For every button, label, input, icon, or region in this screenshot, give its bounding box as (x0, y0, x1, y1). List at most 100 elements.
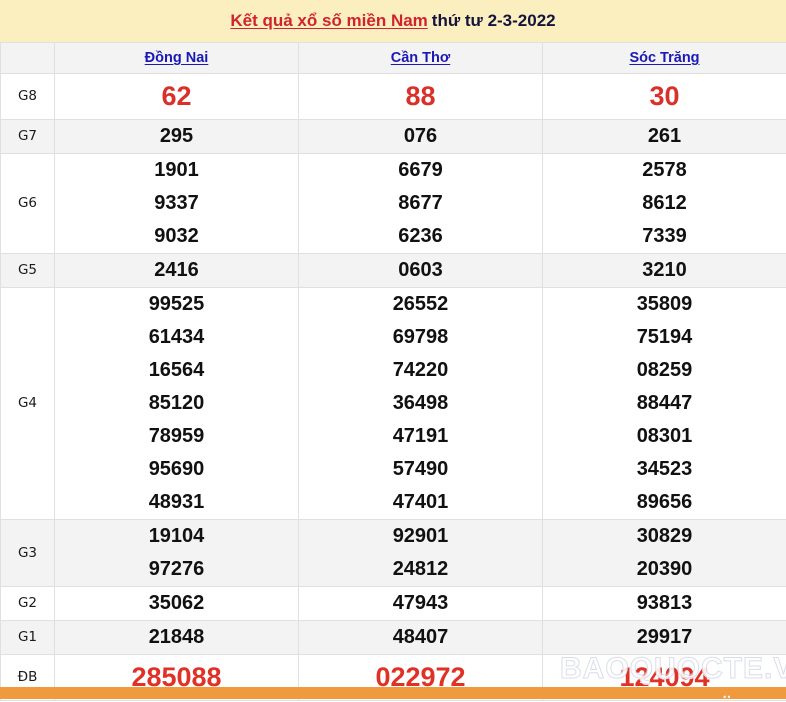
prize-number: 9032 (55, 220, 298, 253)
prize-number: 2416 (55, 254, 298, 287)
prize-number: 93813 (543, 587, 786, 620)
table-row: G8628830 (1, 74, 786, 120)
prize-cell: 257886127339 (543, 153, 786, 253)
prize-cell: 3210 (543, 253, 786, 287)
prize-number: 21848 (55, 621, 298, 654)
prize-label-G4: G4 (1, 287, 55, 519)
prize-number: 78959 (55, 420, 298, 453)
prize-number: 08301 (543, 420, 786, 453)
prize-number: 26552 (299, 288, 542, 321)
prize-label-G8: G8 (1, 74, 55, 120)
prize-number: 35809 (543, 288, 786, 321)
prize-cell: 62 (55, 74, 299, 120)
prize-number: 3210 (543, 254, 786, 287)
table-row: G7295076261 (1, 119, 786, 153)
prize-number: 99525 (55, 288, 298, 321)
prize-cell: 295 (55, 119, 299, 153)
table-corner-cell (1, 43, 55, 74)
prize-number: 62 (55, 74, 298, 119)
province-header-2: Cần Thơ (299, 43, 543, 74)
prize-cell: 667986776236 (299, 153, 543, 253)
prize-number: 61434 (55, 321, 298, 354)
prize-number: 48407 (299, 621, 542, 654)
prize-number: 30 (543, 74, 786, 119)
prize-number: 75194 (543, 321, 786, 354)
prize-label-G7: G7 (1, 119, 55, 153)
province-header-3: Sóc Trăng (543, 43, 786, 74)
table-row: G2350624794393813 (1, 586, 786, 620)
prize-label-G3: G3 (1, 519, 55, 586)
prize-cell: 26552697987422036498471915749047401 (299, 287, 543, 519)
prize-number: 35062 (55, 587, 298, 620)
prize-number: 47401 (299, 486, 542, 519)
prize-number: 29917 (543, 621, 786, 654)
prize-cell: 47943 (299, 586, 543, 620)
prize-number: 261 (543, 120, 786, 153)
prize-cell: 076 (299, 119, 543, 153)
prize-number: 8677 (299, 187, 542, 220)
prize-cell: 93813 (543, 586, 786, 620)
page-title-banner: Kết quả xổ số miền Nam thứ tư 2-3-2022 (0, 0, 786, 42)
prize-number: 19104 (55, 520, 298, 553)
prize-cell: 190193379032 (55, 153, 299, 253)
footer-glyph: .. (723, 685, 731, 702)
prize-number: 30829 (543, 520, 786, 553)
prize-number: 34523 (543, 453, 786, 486)
prize-number: 6679 (299, 154, 542, 187)
province-link[interactable]: Cần Thơ (391, 50, 450, 66)
province-link[interactable]: Đồng Nai (145, 50, 209, 66)
lottery-results-table: Đồng NaiCần ThơSóc TrăngG8628830G7295076… (0, 42, 786, 701)
prize-label-G1: G1 (1, 620, 55, 654)
prize-number: 6236 (299, 220, 542, 253)
prize-number: 89656 (543, 486, 786, 519)
page-title-date: thứ tư 2-3-2022 (432, 11, 556, 30)
prize-number: 0603 (299, 254, 542, 287)
prize-cell: 9290124812 (299, 519, 543, 586)
table-header-row: Đồng Nai Cần Thơ Sóc Trăng (1, 43, 786, 74)
prize-number: 74220 (299, 354, 542, 387)
prize-number: 97276 (55, 553, 298, 586)
prize-number: 57490 (299, 453, 542, 486)
prize-label-G6: G6 (1, 153, 55, 253)
prize-number: 88447 (543, 387, 786, 420)
prize-cell: 48407 (299, 620, 543, 654)
prize-number: 85120 (55, 387, 298, 420)
table-row: G3191049727692901248123082920390 (1, 519, 786, 586)
prize-cell: 0603 (299, 253, 543, 287)
prize-label-G5: G5 (1, 253, 55, 287)
prize-cell: 30 (543, 74, 786, 120)
prize-number: 88 (299, 74, 542, 119)
table-row: G499525614341656485120789599569048931265… (1, 287, 786, 519)
prize-cell: 3082920390 (543, 519, 786, 586)
prize-label-G2: G2 (1, 586, 55, 620)
prize-cell: 88 (299, 74, 543, 120)
prize-number: 95690 (55, 453, 298, 486)
prize-cell: 29917 (543, 620, 786, 654)
prize-cell: 261 (543, 119, 786, 153)
province-link[interactable]: Sóc Trăng (629, 50, 699, 66)
prize-number: 295 (55, 120, 298, 153)
prize-number: 1901 (55, 154, 298, 187)
prize-cell: 99525614341656485120789599569048931 (55, 287, 299, 519)
prize-number: 7339 (543, 220, 786, 253)
table-row: G6190193379032667986776236257886127339 (1, 153, 786, 253)
table-row: G1218484840729917 (1, 620, 786, 654)
footer-bar: .. (0, 687, 786, 699)
prize-number: 24812 (299, 553, 542, 586)
prize-cell: 35062 (55, 586, 299, 620)
prize-cell: 2416 (55, 253, 299, 287)
prize-number: 36498 (299, 387, 542, 420)
prize-number: 9337 (55, 187, 298, 220)
prize-number: 076 (299, 120, 542, 153)
prize-number: 8612 (543, 187, 786, 220)
prize-number: 20390 (543, 553, 786, 586)
prize-number: 69798 (299, 321, 542, 354)
prize-cell: 35809751940825988447083013452389656 (543, 287, 786, 519)
prize-cell: 1910497276 (55, 519, 299, 586)
prize-cell: 21848 (55, 620, 299, 654)
prize-number: 16564 (55, 354, 298, 387)
table-row: G5241606033210 (1, 253, 786, 287)
page-title: Kết quả xổ số miền Nam thứ tư 2-3-2022 (230, 11, 555, 31)
page-title-main[interactable]: Kết quả xổ số miền Nam (230, 11, 427, 30)
province-header-1: Đồng Nai (55, 43, 299, 74)
